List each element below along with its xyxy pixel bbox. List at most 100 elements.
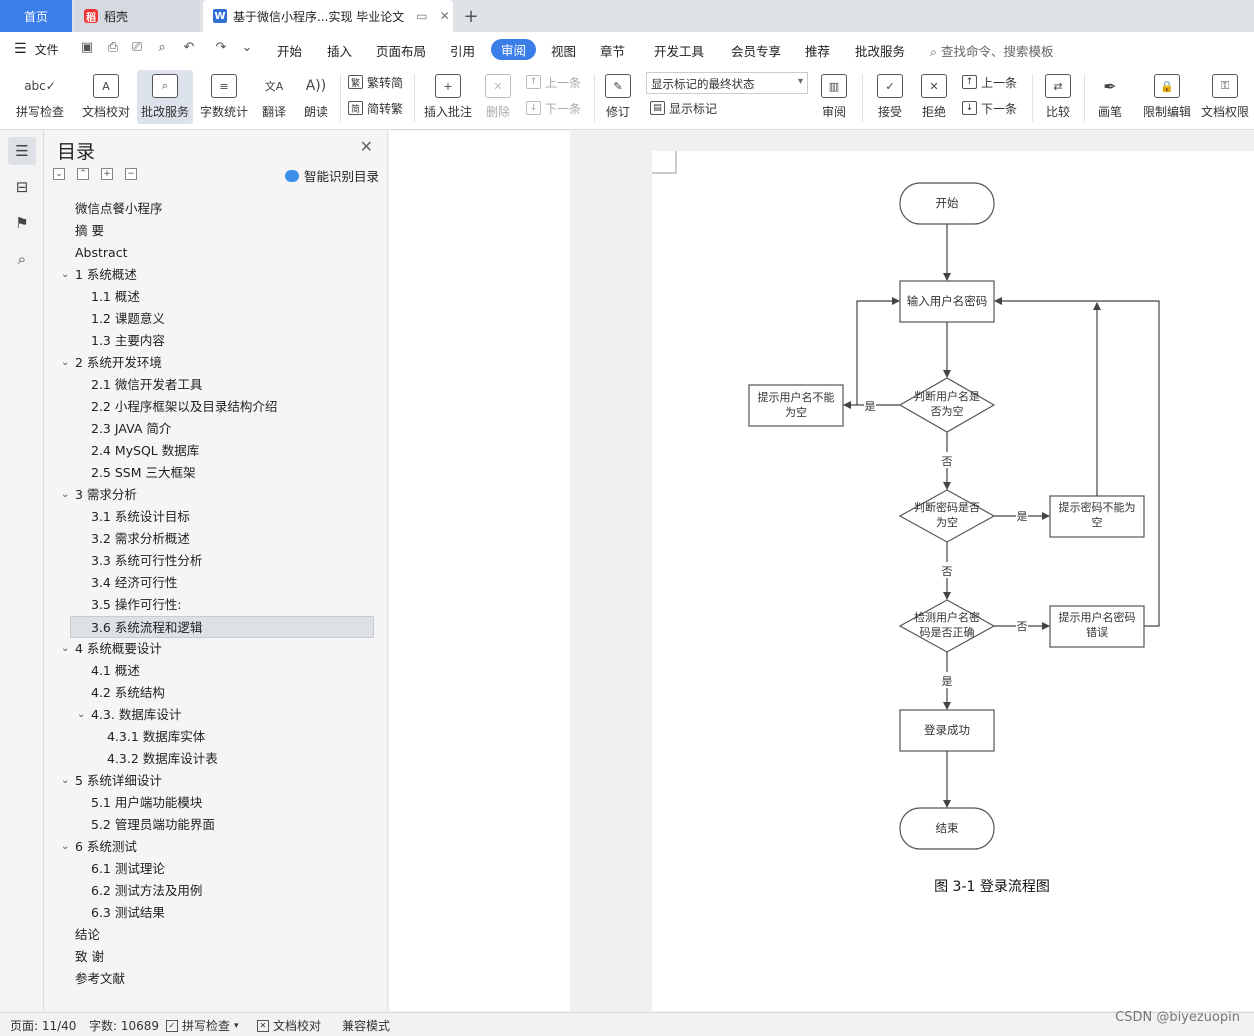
spellcheck-button[interactable]: abc✓ 拼写检查 [8,70,72,124]
toc-entry[interactable]: 结论 [75,924,100,946]
translate-button[interactable]: 文A 翻译 [256,70,292,124]
tab-daoke[interactable]: 稻 稻壳 [74,0,200,32]
menu-layout[interactable]: 页面布局 [376,41,426,60]
toc-entry[interactable]: 3.2 需求分析概述 [91,528,190,550]
customize-quickbar-icon[interactable]: ⌄ [238,40,256,58]
chevron-down-icon[interactable]: ⌄ [61,484,69,506]
toc-entry[interactable]: 参考文献 [75,968,125,990]
word-count-button[interactable]: ≡ 字数统计 [198,70,250,124]
redo-icon[interactable]: ↷ [212,40,230,58]
pen-button[interactable]: ✒ 画笔 [1092,70,1128,124]
toc-entry[interactable]: 4.1 概述 [91,660,140,682]
expand-plus-icon[interactable]: + [101,168,113,180]
toc-entry[interactable]: 2.2 小程序框架以及目录结构介绍 [91,396,277,418]
page-indicator[interactable]: 页面: 11/40 [10,1017,76,1034]
menu-start[interactable]: 开始 [277,41,302,60]
status-proof[interactable]: ✕ 文档校对 [257,1017,321,1034]
toc-entry[interactable]: 2.5 SSM 三大框架 [91,462,195,484]
toc-entry[interactable]: 致 谢 [75,946,104,968]
print-icon[interactable]: ⎚ [128,40,146,58]
toc-entry[interactable]: 1.3 主要内容 [91,330,165,352]
toc-entry[interactable]: 2 系统开发环境 [75,352,162,374]
toc-entry[interactable]: 6 系统测试 [75,836,137,858]
toc-entry[interactable]: 4.2 系统结构 [91,682,165,704]
toc-panel-icon[interactable]: ☰ [8,137,36,165]
document-page[interactable]: 开始 输入用户名密码 判断用户名是 否为空 提示用户名不能 为空 判断密码是否 … [652,151,1254,1011]
simp-to-trad-button[interactable]: 简 简转繁 [348,98,403,118]
review-pane-button[interactable]: ▥ 审阅 [814,70,854,124]
undo-icon[interactable]: ↶ [180,40,198,58]
save-icon[interactable]: ▣ [78,40,96,58]
menu-membership[interactable]: 会员专享 [731,41,781,60]
toc-entry[interactable]: 6.3 测试结果 [91,902,165,924]
toc-entry[interactable]: 5.1 用户端功能模块 [91,792,202,814]
show-markup-button[interactable]: ▤ 显示标记 [650,98,717,118]
toc-entry[interactable]: 2.1 微信开发者工具 [91,374,202,396]
bookmark-icon[interactable]: ⚑ [8,209,36,237]
toc-entry[interactable]: 4 系统概要设计 [75,638,162,660]
menu-chapter[interactable]: 章节 [600,41,625,60]
close-icon[interactable]: ✕ [440,9,450,23]
command-search[interactable]: ⌕ 查找命令、搜索模板 [930,41,1054,60]
compare-button[interactable]: ⇄ 比较 [1038,70,1078,124]
markup-state-select[interactable]: 显示标记的最终状态 [646,72,808,94]
toc-entry[interactable]: 5 系统详细设计 [75,770,162,792]
toc-entry[interactable]: 6.2 测试方法及用例 [91,880,202,902]
insert-comment-button[interactable]: + 插入批注 [420,70,476,124]
toc-entry[interactable]: 6.1 测试理论 [91,858,165,880]
read-aloud-button[interactable]: A)) 朗读 [298,70,334,124]
chevron-down-icon[interactable]: ⌄ [61,638,69,660]
toc-entry[interactable]: 3 需求分析 [75,484,137,506]
menu-view[interactable]: 视图 [551,41,576,60]
toc-entry[interactable]: 3.6 系统流程和逻辑 [70,616,374,638]
tab-home[interactable]: 首页 [0,0,72,32]
toc-entry[interactable]: 4.3. 数据库设计 [91,704,181,726]
navigation-pane-icon[interactable]: ⊟ [8,173,36,201]
toc-entry[interactable]: 1.1 概述 [91,286,140,308]
file-menu[interactable]: ☰ 文件 [0,41,59,58]
add-tab-button[interactable]: + [458,0,484,32]
screen-icon[interactable]: ▭ [416,9,427,23]
delete-comment-button[interactable]: ✕ 删除 [480,70,516,124]
tab-document[interactable]: W 基于微信小程序...实现 毕业论文 ▭ ✕ [203,0,453,32]
menu-insert[interactable]: 插入 [327,41,352,60]
toc-entry[interactable]: 2.3 JAVA 简介 [91,418,171,440]
menu-developer[interactable]: 开发工具 [654,41,704,60]
menu-references[interactable]: 引用 [450,41,475,60]
export-pdf-icon[interactable]: ⎙ [104,40,122,58]
toc-entry[interactable]: Abstract [75,242,127,264]
prev-change-button[interactable]: ↑ 上一条 [962,72,1017,92]
toc-entry[interactable]: 微信点餐小程序 [75,198,163,220]
document-permission-button[interactable]: ⚿ 文档权限 [1198,70,1252,124]
accept-button[interactable]: ✓ 接受 [870,70,910,124]
toc-entry[interactable]: 1.2 课题意义 [91,308,165,330]
chevron-down-icon[interactable]: ⌄ [61,836,69,858]
toc-entry[interactable]: 4.3.2 数据库设计表 [107,748,218,770]
toc-entry[interactable]: 3.1 系统设计目标 [91,506,190,528]
doc-proof-button[interactable]: A 文档校对 [78,70,134,124]
status-spellcheck[interactable]: ✓ 拼写检查 ▾ [166,1017,239,1034]
toc-entry[interactable]: 摘 要 [75,220,104,242]
menu-correction[interactable]: 批改服务 [855,41,905,60]
chevron-down-icon[interactable]: ⌄ [61,264,69,286]
next-change-button[interactable]: ↓ 下一条 [962,98,1017,118]
search-icon[interactable]: ⌕ [8,245,36,273]
prev-comment-button[interactable]: ↑ 上一条 [526,72,581,92]
chevron-down-icon[interactable]: ⌄ [61,770,69,792]
toc-entry[interactable]: 3.4 经济可行性 [91,572,177,594]
toc-entry[interactable]: 3.3 系统可行性分析 [91,550,202,572]
reject-button[interactable]: ✕ 拒绝 [914,70,954,124]
correction-service-button[interactable]: ⌕ 批改服务 [137,70,193,124]
menu-review[interactable]: 审阅 [491,39,537,60]
track-changes-button[interactable]: ✎ 修订 [600,70,636,124]
collapse-all-icon[interactable]: ⌄ [53,168,65,180]
trad-to-simp-button[interactable]: 繁 繁转简 [348,72,403,92]
chevron-down-icon[interactable]: ⌄ [77,704,85,726]
restrict-editing-button[interactable]: 🔒 限制编辑 [1140,70,1194,124]
next-comment-button[interactable]: ↓ 下一条 [526,98,581,118]
print-preview-icon[interactable]: ⌕ [153,40,171,58]
toc-entry[interactable]: 2.4 MySQL 数据库 [91,440,199,462]
toc-entry[interactable]: 4.3.1 数据库实体 [107,726,205,748]
toc-entry[interactable]: 1 系统概述 [75,264,137,286]
chevron-down-icon[interactable]: ⌄ [61,352,69,374]
